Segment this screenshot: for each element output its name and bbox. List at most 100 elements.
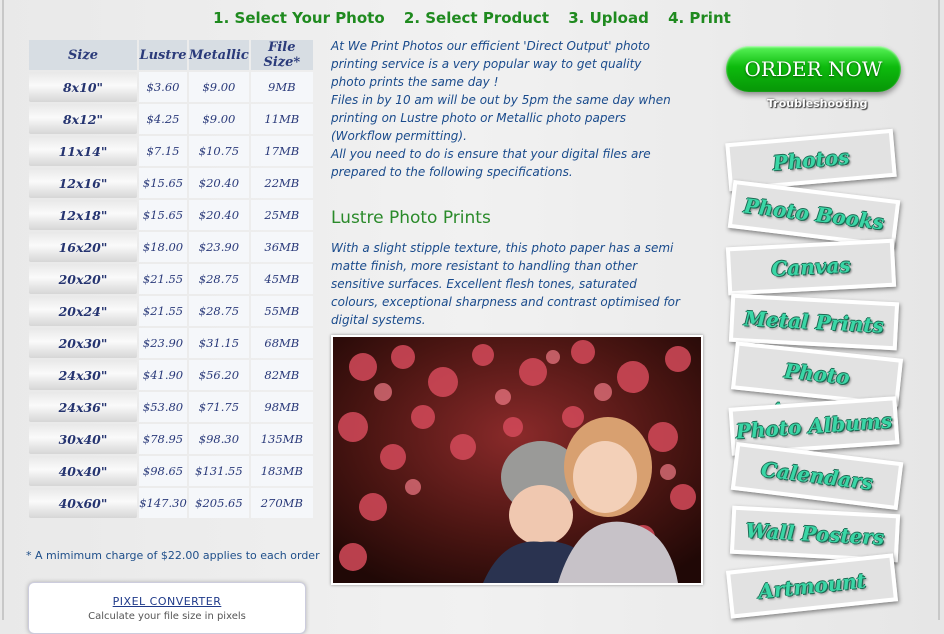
file-size-cell: 45MB [250, 264, 313, 294]
file-size-cell: 25MB [250, 200, 313, 230]
table-row: 30x40" $78.95 $98.30 135MB [29, 424, 313, 454]
size-cell: 8x12" [29, 104, 137, 134]
lustre-price-cell: $147.30 [139, 488, 187, 518]
size-cell: 20x20" [29, 264, 137, 294]
size-cell: 20x24" [29, 296, 137, 326]
lustre-heading: Lustre Photo Prints [331, 208, 491, 228]
minimum-charge-note: * A mimimum charge of $22.00 applies to … [26, 549, 320, 562]
metallic-price-cell: $28.75 [189, 264, 249, 294]
nav-button-canvas[interactable]: Canvas [725, 238, 897, 296]
step-4: 4. Print [668, 9, 731, 27]
table-row: 40x60" $147.30 $205.65 270MB [29, 488, 313, 518]
lustre-price-cell: $78.95 [139, 424, 187, 454]
file-size-cell: 270MB [250, 488, 313, 518]
nav-button-wall-posters[interactable]: Wall Posters [729, 505, 901, 563]
metallic-price-cell: $20.40 [189, 200, 249, 230]
lustre-price-cell: $21.55 [139, 296, 187, 326]
size-cell: 40x60" [29, 488, 137, 518]
pixel-converter-box: PIXEL CONVERTER Calculate your file size… [28, 582, 306, 634]
size-cell: 24x36" [29, 392, 137, 422]
nav-button-calendars[interactable]: Calendars [730, 441, 904, 511]
metallic-price-cell: $9.00 [189, 104, 249, 134]
price-table: Size Lustre Metallic File Size* 8x10" $3.… [27, 38, 315, 520]
col-header-file-size: File Size* [250, 40, 313, 70]
file-size-cell: 17MB [250, 136, 313, 166]
nav-button-artmount[interactable]: Artmount [725, 553, 899, 619]
col-header-metallic: Metallic [189, 40, 249, 70]
pixel-converter-subtext: Calculate your file size in pixels [88, 611, 246, 622]
sample-photo-image [333, 337, 701, 583]
lustre-price-cell: $7.15 [139, 136, 187, 166]
lustre-price-cell: $15.65 [139, 168, 187, 198]
intro-paragraph: All you need to do is ensure that your d… [331, 147, 651, 179]
lustre-price-cell: $41.90 [139, 360, 187, 390]
nav-button-photo-books[interactable]: Photo Books [727, 179, 901, 249]
table-row: 8x10" $3.60 $9.00 9MB [29, 72, 313, 102]
size-cell: 30x40" [29, 424, 137, 454]
lustre-price-cell: $3.60 [139, 72, 187, 102]
file-size-cell: 55MB [250, 296, 313, 326]
table-row: 20x24" $21.55 $28.75 55MB [29, 296, 313, 326]
table-row: 20x30" $23.90 $31.15 68MB [29, 328, 313, 358]
metallic-price-cell: $28.75 [189, 296, 249, 326]
file-size-cell: 183MB [250, 456, 313, 486]
intro-text: At We Print Photos our efficient 'Direct… [331, 37, 676, 181]
metallic-price-cell: $31.15 [189, 328, 249, 358]
step-3: 3. Upload [568, 9, 649, 27]
lustre-price-cell: $18.00 [139, 232, 187, 262]
lustre-price-cell: $15.65 [139, 200, 187, 230]
file-size-cell: 36MB [250, 232, 313, 262]
nav-button-metal-prints[interactable]: Metal Prints [728, 293, 900, 351]
size-cell: 12x16" [29, 168, 137, 198]
metallic-price-cell: $10.75 [189, 136, 249, 166]
lustre-price-cell: $23.90 [139, 328, 187, 358]
lustre-price-cell: $21.55 [139, 264, 187, 294]
table-row: 16x20" $18.00 $23.90 36MB [29, 232, 313, 262]
metallic-price-cell: $71.75 [189, 392, 249, 422]
file-size-cell: 98MB [250, 392, 313, 422]
file-size-cell: 9MB [250, 72, 313, 102]
file-size-cell: 135MB [250, 424, 313, 454]
metallic-price-cell: $205.65 [189, 488, 249, 518]
table-row: 24x36" $53.80 $71.75 98MB [29, 392, 313, 422]
size-cell: 24x30" [29, 360, 137, 390]
table-row: 12x16" $15.65 $20.40 22MB [29, 168, 313, 198]
size-cell: 40x40" [29, 456, 137, 486]
table-row: 24x30" $41.90 $56.20 82MB [29, 360, 313, 390]
size-cell: 11x14" [29, 136, 137, 166]
frame-right-border [938, 0, 940, 620]
table-row: 12x18" $15.65 $20.40 25MB [29, 200, 313, 230]
lustre-price-cell: $53.80 [139, 392, 187, 422]
file-size-cell: 11MB [250, 104, 313, 134]
file-size-cell: 22MB [250, 168, 313, 198]
metallic-price-cell: $20.40 [189, 168, 249, 198]
steps-header: 1. Select Your Photo 2. Select Product 3… [0, 9, 944, 27]
size-cell: 16x20" [29, 232, 137, 262]
metallic-price-cell: $98.30 [189, 424, 249, 454]
metallic-price-cell: $23.90 [189, 232, 249, 262]
sample-photo [331, 335, 703, 585]
metallic-price-cell: $56.20 [189, 360, 249, 390]
size-cell: 12x18" [29, 200, 137, 230]
intro-paragraph: At We Print Photos our efficient 'Direct… [331, 39, 650, 89]
frame-left-border [2, 0, 4, 620]
file-size-cell: 82MB [250, 360, 313, 390]
order-now-button[interactable]: ORDER NOW [726, 46, 901, 92]
table-row: 11x14" $7.15 $10.75 17MB [29, 136, 313, 166]
troubleshooting-link[interactable]: Troubleshooting [767, 97, 867, 110]
size-cell: 20x30" [29, 328, 137, 358]
metallic-price-cell: $9.00 [189, 72, 249, 102]
table-header-row: Size Lustre Metallic File Size* [29, 40, 313, 70]
price-table-body: 8x10" $3.60 $9.00 9MB 8x12" $4.25 $9.00 11MB 11x… [29, 72, 313, 518]
size-cell: 8x10" [29, 72, 137, 102]
step-2: 2. Select Product [403, 9, 549, 27]
intro-paragraph: Files in by 10 am will be out by 5pm the… [331, 93, 671, 143]
table-row: 40x40" $98.65 $131.55 183MB [29, 456, 313, 486]
file-size-cell: 68MB [250, 328, 313, 358]
col-header-size: Size [29, 40, 137, 70]
metallic-price-cell: $131.55 [189, 456, 249, 486]
col-header-lustre: Lustre [139, 40, 187, 70]
lustre-description: With a slight stipple texture, this phot… [331, 241, 680, 327]
pixel-converter-link[interactable]: PIXEL CONVERTER [29, 595, 305, 608]
lustre-price-cell: $98.65 [139, 456, 187, 486]
